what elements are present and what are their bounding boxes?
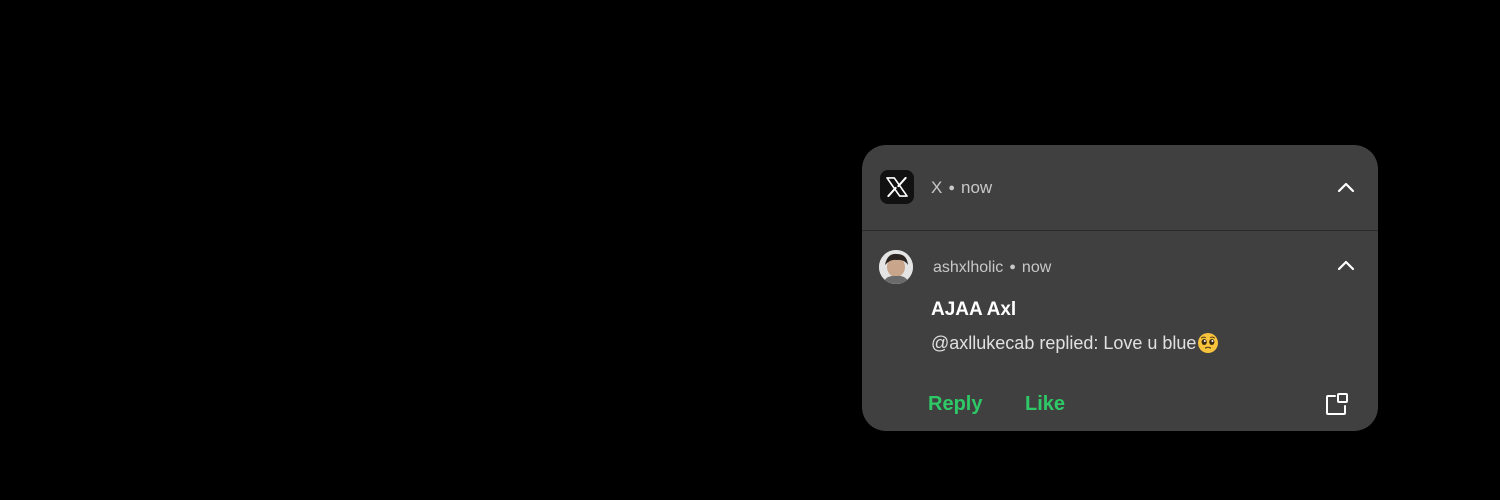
message-time: now [1021, 259, 1052, 276]
app-time: now [961, 178, 993, 197]
pleading-face-emoji [1198, 333, 1219, 353]
separator-dot: ● [1009, 261, 1016, 273]
message-body: @axllukecab replied: Love u blue [931, 332, 1197, 353]
notification-group-header[interactable]: X ● now [862, 145, 1378, 231]
message-body-row: @axllukecab replied: Love u blue [931, 332, 1219, 354]
app-name: X [931, 178, 943, 197]
separator-dot: ● [948, 182, 955, 194]
notification-actions: Reply Like [862, 384, 1378, 424]
popout-button[interactable] [1324, 391, 1350, 417]
collapse-message-button[interactable] [1336, 255, 1356, 275]
reply-button[interactable]: Reply [928, 384, 982, 424]
sender-name: ashxlholic [933, 259, 1004, 276]
like-button[interactable]: Like [1025, 384, 1065, 424]
popout-window-icon [1326, 393, 1348, 415]
chevron-up-icon [1337, 182, 1355, 193]
collapse-group-button[interactable] [1336, 177, 1356, 197]
x-app-icon [880, 170, 914, 204]
message-title: AJAA Axl [931, 299, 1017, 320]
x-logo-icon [886, 177, 908, 197]
notification-card[interactable]: X ● now ashxlholic ● now AJAA Axl @axllu… [862, 145, 1378, 431]
notification-message[interactable]: ashxlholic ● now AJAA Axl @axllukecab repl… [862, 231, 1378, 431]
sender-line: ashxlholic ● now [933, 259, 1051, 277]
avatar-photo [879, 250, 913, 284]
chevron-up-icon [1337, 260, 1355, 271]
app-header-text: X ● now [931, 178, 992, 198]
avatar [879, 250, 913, 284]
